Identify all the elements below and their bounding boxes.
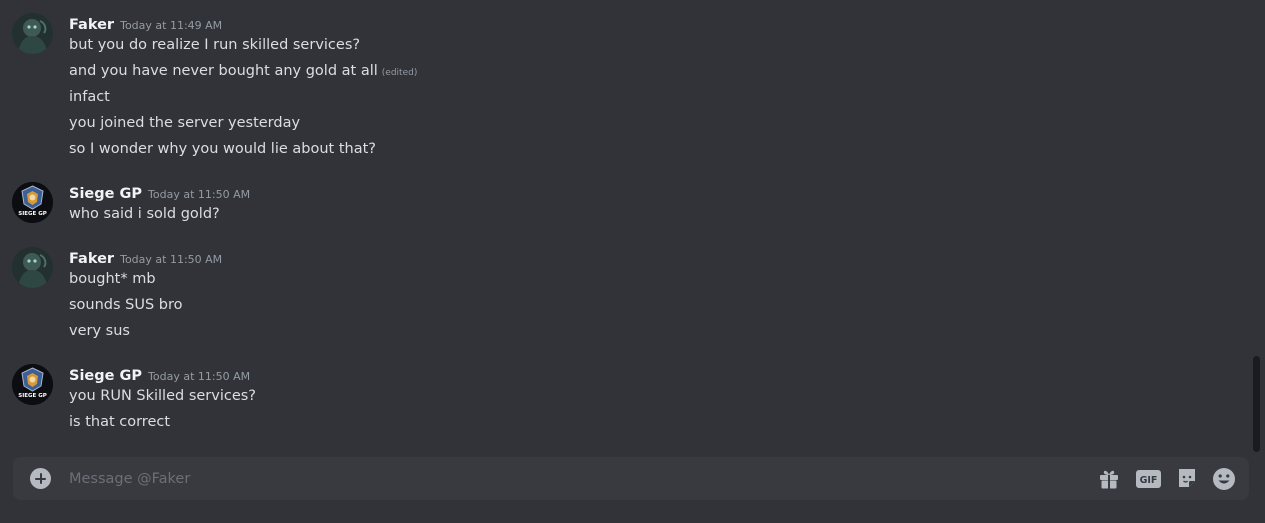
message-text: you joined the server yesterday xyxy=(69,115,301,131)
edited-label: (edited) xyxy=(381,68,418,78)
message-timestamp[interactable]: Today at 11:50 AM xyxy=(120,253,222,266)
plus-circle-icon[interactable] xyxy=(30,468,51,489)
message-text: you RUN Skilled services? xyxy=(69,388,257,404)
message-timestamp[interactable]: Today at 11:50 AM xyxy=(148,370,250,383)
message-text-edited: and you have never bought any gold at al… xyxy=(69,60,417,84)
author-name[interactable]: Siege GP xyxy=(69,186,142,202)
message-timestamp[interactable]: Today at 11:49 AM xyxy=(120,19,222,32)
message-timestamp[interactable]: Today at 11:50 AM xyxy=(148,188,250,201)
sticker-icon[interactable] xyxy=(1174,466,1200,492)
message-text: bought* mb xyxy=(69,271,156,287)
author-name[interactable]: Faker xyxy=(69,251,114,267)
message-text: so I wonder why you would lie about that… xyxy=(69,141,376,157)
siege-gp-avatar[interactable]: SIEGE GP xyxy=(12,364,53,405)
message-input[interactable] xyxy=(69,457,1079,500)
faker-avatar[interactable] xyxy=(12,247,53,288)
emoji-icon[interactable] xyxy=(1211,466,1237,492)
message-text: infact xyxy=(69,89,110,105)
message-header: Faker Today at 11:50 AM xyxy=(69,247,222,269)
faker-avatar[interactable] xyxy=(12,13,53,54)
svg-text:GIF: GIF xyxy=(1140,475,1158,486)
message-header: Siege GP Today at 11:50 AM xyxy=(69,364,250,386)
message-header: Siege GP Today at 11:50 AM xyxy=(69,182,250,204)
message-text: but you do realize I run skilled service… xyxy=(69,37,361,53)
message-group: Faker Today at 11:49 AM but you do realiz… xyxy=(0,13,1240,163)
message-text: sounds SUS bro xyxy=(69,297,183,313)
gif-icon[interactable]: GIF xyxy=(1135,466,1162,492)
message-text: is that correct xyxy=(69,414,171,430)
svg-text:SIEGE GP: SIEGE GP xyxy=(18,393,47,399)
author-name[interactable]: Siege GP xyxy=(69,368,142,384)
message-text: who said i sold gold? xyxy=(69,206,220,222)
svg-text:SIEGE GP: SIEGE GP xyxy=(18,211,47,217)
message-header: Faker Today at 11:49 AM xyxy=(69,13,222,35)
message-group: Faker Today at 11:50 AM bought* mb sounds… xyxy=(0,247,1240,345)
author-name[interactable]: Faker xyxy=(69,17,114,33)
gift-icon[interactable] xyxy=(1096,466,1122,492)
message-list[interactable]: Faker Today at 11:49 AM but you do realiz… xyxy=(0,0,1250,452)
message-group: SIEGE GP Siege GP Today at 11:50 AM who s… xyxy=(0,182,1240,228)
message-group: SIEGE GP Siege GP Today at 11:50 AM you R… xyxy=(0,364,1240,436)
siege-gp-avatar[interactable]: SIEGE GP xyxy=(12,182,53,223)
message-text: and you have never bought any gold at al… xyxy=(69,63,378,79)
scrollbar-thumb[interactable] xyxy=(1253,356,1260,452)
message-text: very sus xyxy=(69,323,130,339)
dm-chat-window: Faker Today at 11:49 AM but you do realiz… xyxy=(0,0,1265,523)
message-composer: GIF xyxy=(13,457,1249,500)
